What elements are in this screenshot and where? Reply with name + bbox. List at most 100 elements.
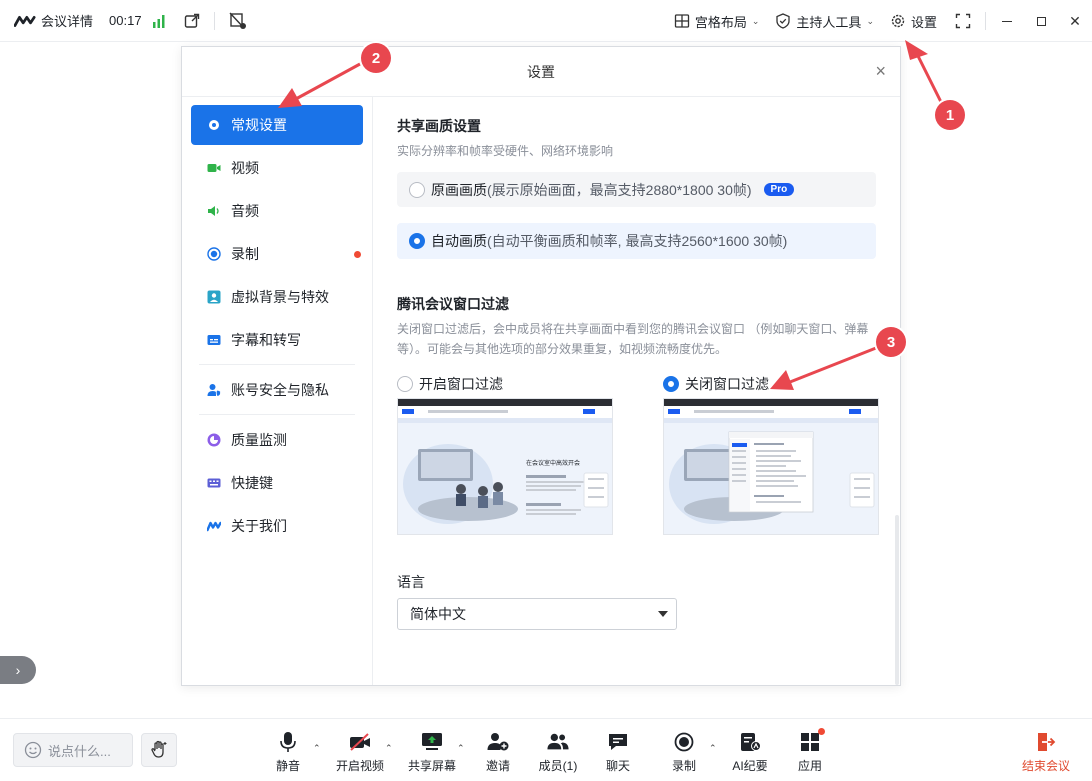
close-dialog-button[interactable]: × (875, 61, 886, 82)
ai-notes-button[interactable]: AI纪要 (720, 731, 780, 774)
record-button[interactable]: 录制 (654, 731, 714, 774)
language-title: 语言 (397, 574, 425, 590)
emoji-icon[interactable] (24, 741, 42, 759)
share-options-caret[interactable]: ⌃ (457, 743, 465, 754)
chat-placeholder: 说点什么... (48, 743, 111, 759)
keyboard-icon (207, 478, 221, 488)
filter-on-option[interactable]: 开启窗口过滤 (397, 372, 613, 396)
monitor-icon (207, 433, 221, 447)
nav-item-record[interactable]: 录制 (191, 234, 363, 274)
host-tools-label: 主持人工具 (796, 14, 862, 30)
nav-item-account-security[interactable]: 账号安全与隐私 (191, 370, 363, 410)
audio-options-caret[interactable]: ⌃ (313, 743, 321, 754)
option-name: 自动画质 (431, 233, 487, 249)
nav-item-shortcuts[interactable]: 快捷键 (191, 463, 363, 503)
end-meeting-label: 结束会议 (1021, 759, 1070, 773)
nav-label: 音频 (231, 203, 259, 219)
maximize-button[interactable] (1024, 0, 1058, 42)
new-indicator-dot (354, 251, 361, 258)
share-screen-button[interactable]: 共享屏幕 (402, 731, 462, 774)
layout-button[interactable]: 宫格布局 ⌄ (666, 0, 768, 42)
members-button[interactable]: 成员(1) (528, 731, 588, 774)
annotation-badge-3: 3 (876, 327, 906, 357)
auto-quality-radio[interactable] (409, 233, 425, 249)
content-scrollbar[interactable] (895, 515, 899, 685)
chevron-down-icon: ⌄ (866, 15, 874, 26)
nav-item-audio[interactable]: 音频 (191, 191, 363, 231)
chat-label: 聊天 (605, 759, 630, 773)
top-bar-right: 宫格布局 ⌄ 主持人工具 ⌄ 设置 ✕ (666, 0, 1092, 42)
mute-button[interactable]: 静音 (258, 731, 318, 774)
settings-button[interactable]: 设置 (882, 0, 945, 42)
filter-off-radio[interactable] (663, 376, 679, 392)
preview-illustration (664, 399, 878, 534)
meeting-details-button[interactable]: 会议详情 (14, 11, 93, 30)
invite-label: 邀请 (485, 759, 510, 773)
top-bar: 会议详情 00:17 宫格布局 ⌄ 主持人工具 ⌄ 设置 ✕ (0, 0, 1092, 42)
meeting-duration: 00:17 (109, 13, 142, 28)
window-filter-title: 腾讯会议窗口过滤 (397, 296, 509, 312)
share-quality-subtitle: 实际分辨率和帧率受硬件、网络环境影响 (397, 144, 614, 158)
invite-icon (487, 731, 509, 753)
nav-divider (199, 414, 355, 415)
pro-badge: Pro (763, 183, 795, 196)
ai-notes-label: AI纪要 (732, 759, 768, 773)
nav-label: 字幕和转写 (231, 332, 301, 348)
start-video-button[interactable]: 开启视频 (330, 731, 390, 774)
members-icon (547, 731, 569, 753)
nav-label: 快捷键 (231, 475, 273, 491)
filter-off-label: 关闭窗口过滤 (685, 376, 769, 392)
top-divider (213, 11, 215, 30)
auto-quality-option[interactable]: 自动画质 (自动平衡画质和帧率, 最高支持2560*1600 30帧) (397, 223, 876, 259)
portrait-icon (207, 290, 221, 304)
signal-strength-icon[interactable] (152, 14, 166, 28)
close-icon: ✕ (1069, 12, 1081, 29)
filter-off-option[interactable]: 关闭窗口过滤 (663, 372, 879, 396)
nav-item-quality-monitor[interactable]: 质量监测 (191, 420, 363, 460)
nav-item-general[interactable]: 常规设置 (191, 105, 363, 145)
window-filter-options: 开启窗口过滤 在会议室中高效开会 关闭窗口过滤 (397, 372, 879, 535)
video-icon (207, 164, 221, 172)
nav-item-captions[interactable]: 字幕和转写 (191, 320, 363, 360)
filter-off-column: 关闭窗口过滤 (663, 372, 879, 535)
option-detail: (展示原始画面，最高支持2880*1800 30帧) (487, 181, 752, 198)
fullscreen-icon (955, 13, 971, 29)
share-quality-title: 共享画质设置 (397, 118, 481, 134)
window-controls-divider (985, 12, 986, 30)
invite-button[interactable]: 邀请 (468, 731, 528, 774)
nav-item-virtual-background[interactable]: 虚拟背景与特效 (191, 277, 363, 317)
logo-icon (207, 521, 221, 532)
original-quality-radio[interactable] (409, 181, 425, 198)
tencent-meeting-logo-icon (14, 15, 36, 27)
record-options-caret[interactable]: ⌃ (709, 743, 717, 754)
language-select[interactable]: 简体中文 (397, 598, 677, 630)
share-screen-label: 共享屏幕 (407, 759, 456, 773)
chat-button[interactable]: 聊天 (588, 731, 648, 774)
window-filter-desc-line1: 关闭窗口过滤后，会中成员将在共享画面中看到您的腾讯会议窗口 （例如聊天窗口、弹幕 (397, 322, 869, 336)
chat-input[interactable]: 说点什么... (13, 733, 133, 767)
window-filter-desc-line2: 等）。可能会与其他选项的部分效果重复，如视频流畅度优先。 (397, 342, 728, 356)
fullscreen-button[interactable] (945, 0, 981, 42)
nav-item-about[interactable]: 关于我们 (191, 506, 363, 546)
apps-button[interactable]: 应用 (780, 728, 840, 774)
close-window-button[interactable]: ✕ (1058, 0, 1092, 42)
raise-hand-button[interactable] (141, 733, 177, 767)
video-options-caret[interactable]: ⌃ (385, 743, 393, 754)
nav-item-video[interactable]: 视频 (191, 148, 363, 188)
account-shield-icon (207, 384, 221, 397)
nav-divider (199, 364, 355, 365)
network-off-icon[interactable] (229, 12, 247, 30)
filter-on-radio[interactable] (397, 376, 413, 392)
maximize-icon (1036, 16, 1046, 26)
popout-icon[interactable] (184, 13, 200, 29)
chat-icon (607, 731, 629, 753)
original-quality-option[interactable]: 原画画质 (展示原始画面，最高支持2880*1800 30帧) Pro (397, 172, 876, 207)
record-icon (207, 247, 221, 261)
record-label: 录制 (671, 759, 696, 773)
caption-icon (207, 335, 221, 345)
minimize-button[interactable] (990, 0, 1024, 42)
end-meeting-button[interactable]: 结束会议 (1016, 731, 1076, 774)
dialog-body: 常规设置 视频 音频 录制 虚拟背景与特效 字幕和转写 账号安全与隐私 质量监测… (182, 97, 900, 685)
host-tools-button[interactable]: 主持人工具 ⌄ (767, 0, 882, 42)
expand-sidebar-button[interactable]: › (0, 656, 36, 684)
